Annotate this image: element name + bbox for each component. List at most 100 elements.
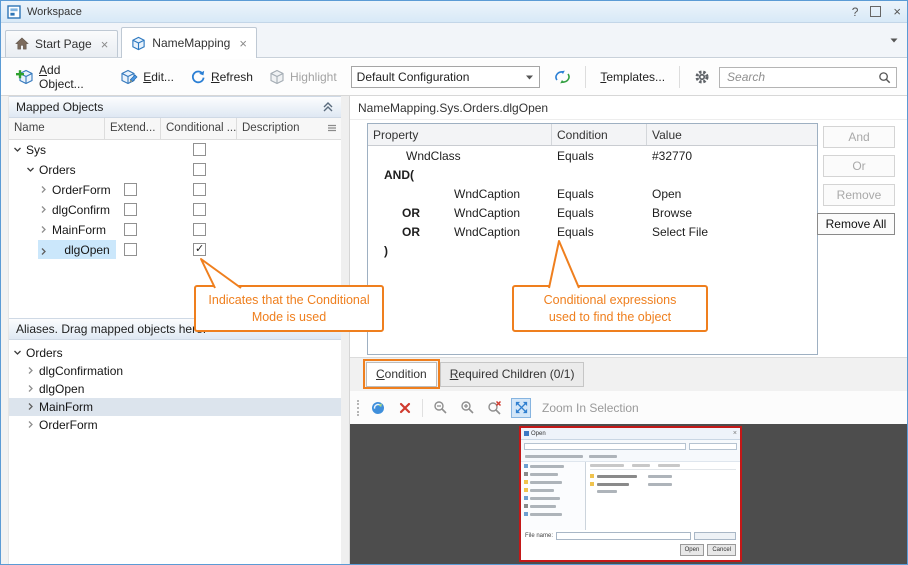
workspace-icon	[7, 5, 21, 19]
extended-checkbox[interactable]	[124, 183, 137, 196]
refresh-button[interactable]: Refresh	[183, 65, 260, 89]
condition-row[interactable]: AND(	[368, 165, 817, 184]
condition-row[interactable]: ORWndCaption Equals Browse	[368, 203, 817, 222]
tree-row-mainform[interactable]: MainForm	[9, 220, 341, 240]
object-image-preview[interactable]: Open ×	[350, 424, 907, 564]
search-icon	[878, 71, 891, 84]
extended-checkbox[interactable]	[124, 243, 137, 256]
thumbnail-command-bar	[521, 452, 740, 462]
close-button[interactable]: ×	[893, 4, 901, 19]
configuration-select[interactable]: Default Configuration	[351, 66, 541, 88]
chevron-right-icon[interactable]	[26, 420, 35, 429]
column-chooser-icon[interactable]	[327, 122, 341, 139]
close-tab-icon[interactable]: ×	[101, 37, 109, 52]
conditional-checkbox[interactable]	[193, 183, 206, 196]
alias-row-dlgconfirmation[interactable]: dlgConfirmation	[9, 362, 341, 380]
chevron-right-icon[interactable]	[26, 384, 35, 393]
tree-row-sys[interactable]: Sys	[9, 140, 341, 160]
alias-row-dlgopen[interactable]: dlgOpen	[9, 380, 341, 398]
settings-button[interactable]	[687, 65, 717, 89]
close-tab-icon[interactable]: ×	[239, 36, 247, 51]
add-object-button[interactable]: Add Object...	[9, 59, 112, 95]
column-description[interactable]: Description	[237, 118, 341, 139]
highlight-icon	[269, 69, 285, 85]
file-type-combo	[694, 532, 736, 540]
highlight-label: Highlight	[290, 70, 337, 84]
delete-image-icon[interactable]	[395, 398, 415, 418]
mapped-objects-header: Mapped Objects	[9, 96, 341, 118]
templates-button[interactable]: Templates...	[593, 66, 672, 88]
help-button[interactable]: ?	[852, 5, 859, 19]
edit-button[interactable]: Edit...	[114, 65, 181, 89]
tab-start-page[interactable]: Start Page ×	[5, 30, 118, 57]
column-condition[interactable]: Condition	[552, 124, 647, 145]
chevron-right-icon[interactable]	[39, 225, 48, 234]
remove-button[interactable]: Remove	[823, 184, 895, 206]
chevron-down-icon[interactable]	[26, 165, 35, 174]
highlight-button[interactable]: Highlight	[262, 65, 344, 89]
tree-row-orderform[interactable]: OrderForm	[9, 180, 341, 200]
tab-label: NameMapping	[152, 36, 230, 50]
zoom-in-icon[interactable]	[457, 398, 477, 418]
extended-checkbox[interactable]	[124, 223, 137, 236]
refresh-label: Refresh	[211, 70, 253, 84]
configuration-value: Default Configuration	[357, 70, 526, 84]
condition-row[interactable]: WndClass Equals #32770	[368, 146, 817, 165]
column-value[interactable]: Value	[647, 124, 817, 145]
extended-checkbox[interactable]	[124, 203, 137, 216]
thumbnail-file-list	[586, 462, 740, 530]
active-tool-label: Zoom In Selection	[542, 401, 639, 415]
callout-pointer	[189, 251, 259, 291]
open-dialog-thumbnail: Open ×	[519, 426, 742, 562]
zoom-out-icon[interactable]	[430, 398, 450, 418]
update-image-icon[interactable]	[368, 398, 388, 418]
tab-required-children[interactable]: Required Children (0/1)	[440, 362, 585, 387]
or-button[interactable]: Or	[823, 155, 895, 177]
left-gutter	[1, 96, 9, 564]
column-extended[interactable]: Extend...	[105, 118, 161, 139]
tab-condition[interactable]: Condition	[366, 362, 437, 387]
conditional-checkbox[interactable]	[193, 203, 206, 216]
chevron-right-icon[interactable]	[39, 185, 48, 194]
add-object-label: Add Object...	[39, 63, 105, 91]
and-button[interactable]: And	[823, 126, 895, 148]
alias-row-orderform[interactable]: OrderForm	[9, 416, 341, 434]
column-name[interactable]: Name	[9, 118, 105, 139]
remove-all-button[interactable]: Remove All	[817, 213, 895, 235]
conditional-checkbox[interactable]	[193, 223, 206, 236]
search-input[interactable]	[725, 69, 878, 85]
chevron-right-icon[interactable]	[26, 402, 35, 411]
tree-row-dlgopen[interactable]: dlgOpen	[9, 240, 341, 260]
tab-list-chevron-icon[interactable]	[889, 31, 903, 49]
zoom-in-selection-icon[interactable]	[511, 398, 531, 418]
column-conditional[interactable]: Conditional ...	[161, 118, 237, 139]
refresh-configuration-button[interactable]	[547, 65, 578, 89]
conditional-checkbox[interactable]	[193, 163, 206, 176]
toolbar-grip[interactable]	[357, 400, 359, 416]
chevron-right-icon[interactable]	[26, 366, 35, 375]
file-name-label: File name:	[525, 533, 553, 539]
chevron-down-icon[interactable]	[13, 145, 22, 154]
condition-row[interactable]: WndCaption Equals Open	[368, 184, 817, 203]
workspace-window: Workspace ? × Start Page × NameMapping ×	[0, 0, 908, 565]
aliases-title: Aliases. Drag mapped objects here.	[16, 322, 206, 336]
chevron-right-icon[interactable]	[39, 205, 48, 214]
tree-row-orders[interactable]: Orders	[9, 160, 341, 180]
object-path-header: NameMapping.Sys.Orders.dlgOpen	[350, 96, 907, 120]
edit-icon	[121, 69, 138, 85]
tree-row-dlgconfirm[interactable]: dlgConfirm	[9, 200, 341, 220]
maximize-button[interactable]	[870, 6, 881, 17]
conditional-checkbox[interactable]	[193, 143, 206, 156]
add-object-icon	[16, 69, 34, 85]
collapse-panel-icon[interactable]	[322, 101, 334, 113]
alias-row-mainform[interactable]: MainForm	[9, 398, 341, 416]
column-property[interactable]: Property	[368, 124, 552, 145]
thumbnail-nav-pane	[521, 462, 586, 530]
titlebar: Workspace ? ×	[1, 1, 907, 23]
zoom-reset-icon[interactable]	[484, 398, 504, 418]
chevron-down-icon[interactable]	[13, 348, 22, 357]
callout-pointer	[533, 235, 603, 291]
chevron-right-icon[interactable]	[39, 245, 48, 259]
alias-row-orders[interactable]: Orders	[9, 344, 341, 362]
tab-namemapping[interactable]: NameMapping ×	[121, 27, 257, 58]
